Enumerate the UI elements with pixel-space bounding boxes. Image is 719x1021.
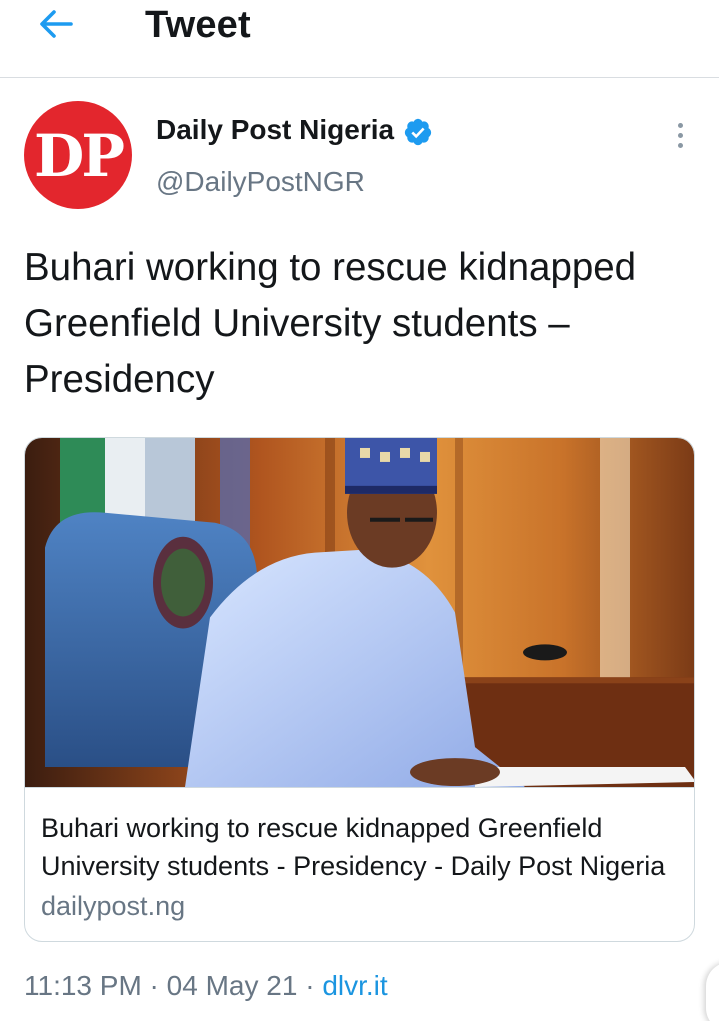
card-title: Buhari working to rescue kidnapped Green… xyxy=(41,813,666,881)
card-domain: dailypost.ng xyxy=(41,891,186,921)
author-display-name[interactable]: Daily Post Nigeria xyxy=(156,114,394,146)
tweet-metadata: 11:13 PM · 04 May 21 · dlvr.it xyxy=(24,970,388,1002)
card-photo xyxy=(25,438,694,788)
more-vertical-icon-dot xyxy=(677,132,683,138)
tweet-date: 04 May 21 xyxy=(166,970,298,1001)
verified-badge-icon xyxy=(404,118,432,146)
meta-separator: · xyxy=(141,970,167,1001)
floating-compose-edge[interactable] xyxy=(706,962,719,1021)
top-bar: Tweet xyxy=(0,0,719,78)
tweet-source-link[interactable]: dlvr.it xyxy=(322,970,387,1001)
meta-separator: · xyxy=(297,970,323,1001)
avatar-logo-text: DP xyxy=(34,122,125,190)
back-button[interactable] xyxy=(34,4,78,44)
tweet-time: 11:13 PM xyxy=(24,970,142,1001)
author-handle[interactable]: @DailyPostNGR xyxy=(156,166,365,198)
page-title: Tweet xyxy=(145,4,251,46)
more-vertical-icon-dot xyxy=(677,142,683,148)
more-options-button[interactable] xyxy=(668,118,692,152)
tweet-text: Buhari working to rescue kidnapped Green… xyxy=(24,246,637,401)
more-vertical-icon xyxy=(677,122,683,128)
link-preview-card[interactable]: Buhari working to rescue kidnapped Green… xyxy=(24,437,695,942)
arrow-left-icon xyxy=(40,10,73,38)
avatar[interactable]: DP xyxy=(24,101,132,209)
